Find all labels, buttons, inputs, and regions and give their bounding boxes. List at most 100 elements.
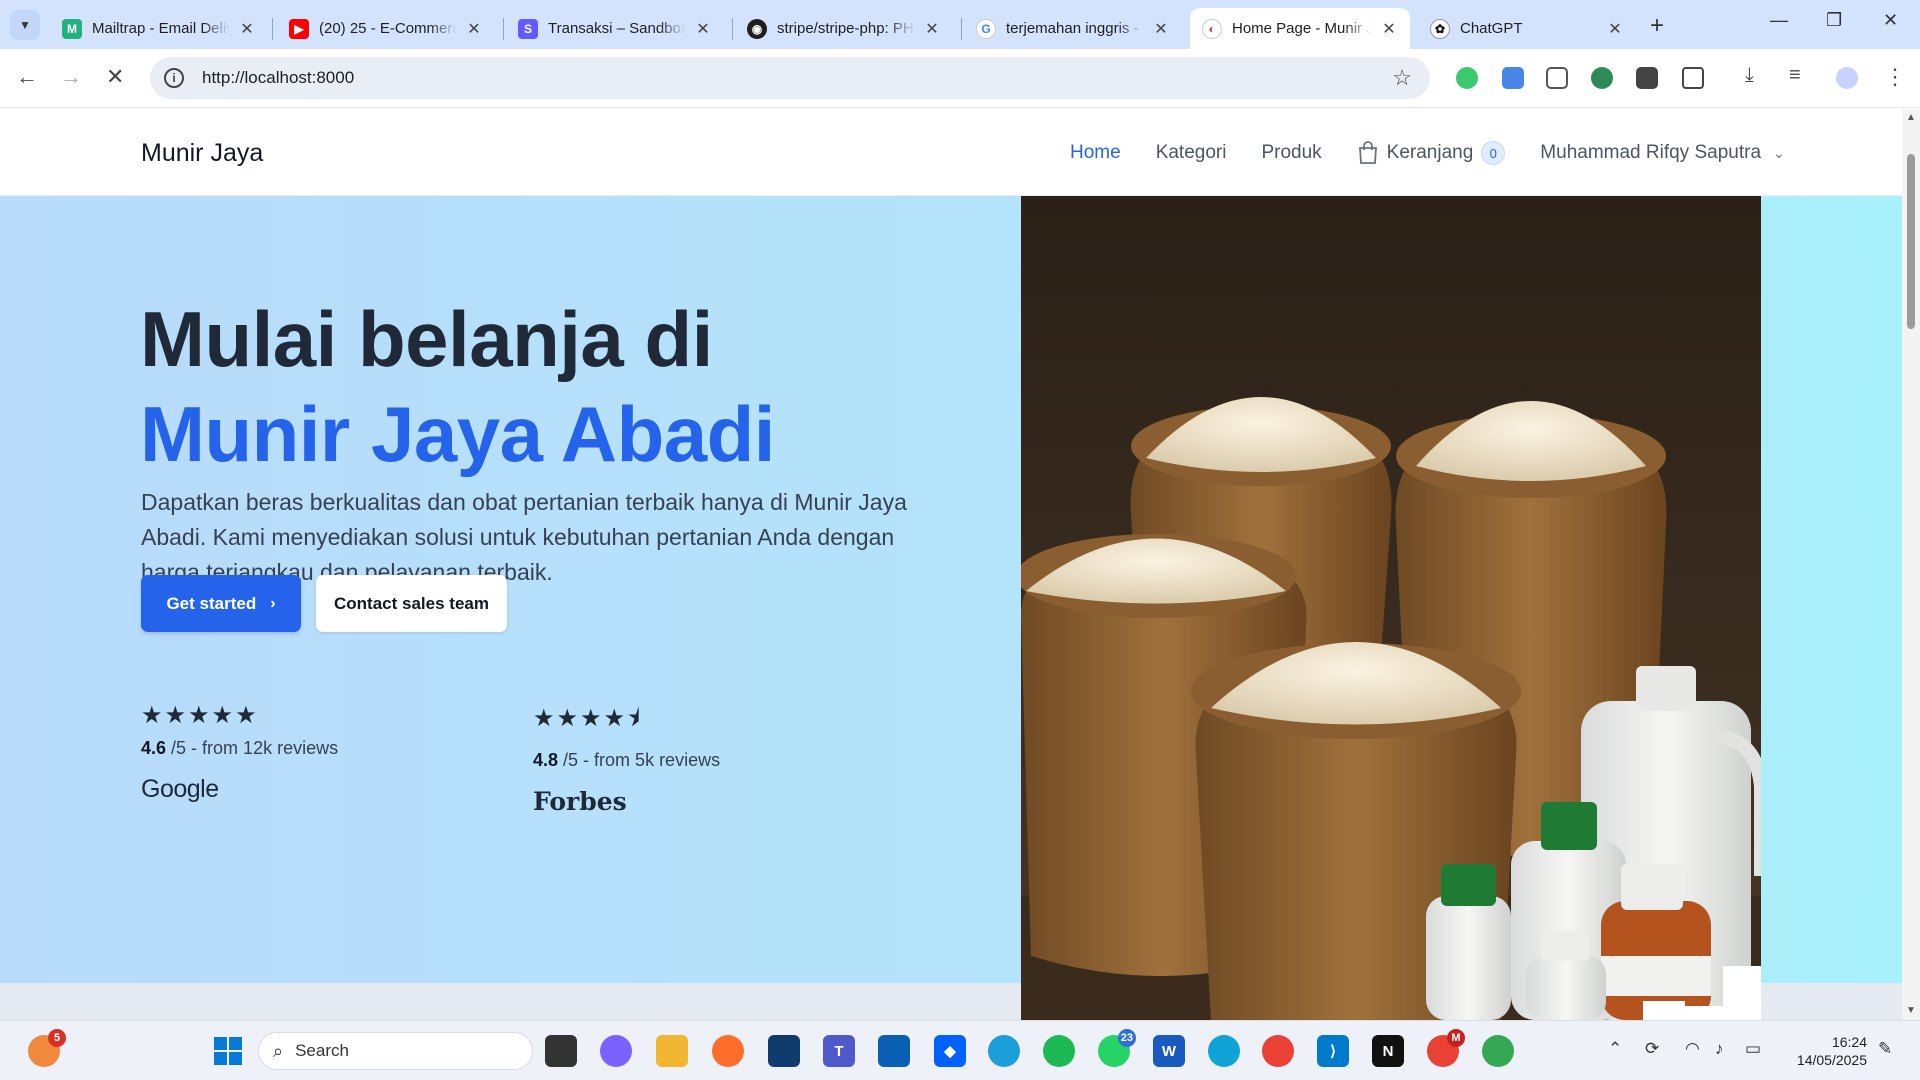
url-text[interactable]: http://localhost:8000 — [202, 68, 354, 88]
scrollbar-thumb[interactable] — [1907, 154, 1915, 329]
browser-toolbar: ← → ✕ i http://localhost:8000 ☆ ⤓ ≡ ⋮ — [0, 49, 1920, 108]
volume-icon[interactable]: ♪ — [1715, 1039, 1724, 1059]
close-icon[interactable]: ✕ — [1606, 19, 1624, 39]
chevron-down-icon: ▼ — [19, 18, 31, 32]
tab-youtube[interactable]: ▶ (20) 25 - E-Commerce ✕ — [277, 8, 495, 49]
new-tab-button[interactable]: + — [1650, 12, 1664, 40]
tab-search-button[interactable]: ▼ — [10, 10, 40, 40]
file-explorer-icon[interactable] — [656, 1035, 688, 1067]
notifications-icon[interactable]: ✎ — [1878, 1039, 1892, 1059]
nav-cart[interactable]: Keranjang 0 — [1357, 141, 1506, 165]
page-scrollbar[interactable]: ▲ ▼ — [1902, 109, 1920, 1020]
vscode-icon[interactable]: ⟩ — [1317, 1035, 1349, 1067]
tab-home-page[interactable]: ◐ Home Page - Munir Jaya ✕ — [1190, 8, 1410, 49]
extensions-puzzle-icon[interactable] — [1682, 67, 1704, 89]
tab-google-search[interactable]: G terjemahan inggris - ✕ — [964, 8, 1182, 49]
site-header: Munir Jaya Home Kategori Produk Keranjan… — [0, 109, 1902, 196]
close-icon[interactable]: ✕ — [923, 19, 941, 39]
widgets-weather-icon[interactable]: 5 — [28, 1029, 66, 1067]
hero-image — [1021, 196, 1761, 1020]
get-started-button[interactable]: Get started › — [141, 575, 301, 632]
nav-kategori[interactable]: Kategori — [1156, 142, 1227, 164]
close-icon[interactable]: ✕ — [694, 19, 712, 39]
stripe-favicon-icon: S — [518, 18, 538, 39]
task-view-icon[interactable] — [545, 1035, 577, 1067]
chevron-down-icon: ⌄ — [1773, 144, 1785, 161]
minimize-icon[interactable]: — — [1770, 10, 1788, 31]
dropbox-icon[interactable]: ◆ — [934, 1035, 966, 1067]
close-window-icon[interactable]: ✕ — [1883, 10, 1898, 31]
scroll-down-icon[interactable]: ▼ — [1906, 1005, 1916, 1016]
address-bar[interactable]: i http://localhost:8000 ☆ — [150, 57, 1430, 99]
tab-github[interactable]: ◉ stripe/stripe-php: PHP ✕ — [735, 8, 953, 49]
media-control-icon[interactable]: ≡ — [1789, 64, 1801, 87]
whatsapp-icon[interactable]: 23 — [1098, 1029, 1136, 1067]
word-icon[interactable]: W — [1153, 1035, 1185, 1067]
chrome-profile-icon[interactable]: M — [1427, 1029, 1465, 1067]
chevron-right-icon: › — [270, 594, 276, 612]
restore-icon[interactable]: ❐ — [1826, 10, 1842, 31]
battery-icon[interactable]: ▭ — [1745, 1039, 1761, 1059]
chrome-alt-icon[interactable] — [1482, 1035, 1514, 1067]
chrome-icon[interactable] — [1262, 1035, 1294, 1067]
copilot-icon[interactable] — [600, 1035, 632, 1067]
extension-docs-icon[interactable] — [1502, 67, 1524, 89]
nav-produk[interactable]: Produk — [1261, 142, 1321, 164]
mailtrap-favicon-icon: M — [62, 18, 82, 39]
bookmark-star-icon[interactable]: ☆ — [1392, 65, 1412, 91]
windows-start-icon[interactable] — [212, 1035, 244, 1067]
wifi-icon[interactable]: ◠ — [1685, 1039, 1700, 1059]
tab-title: Home Page - Munir Jaya — [1232, 20, 1372, 37]
spotify-icon[interactable] — [1043, 1035, 1075, 1067]
tab-chatgpt[interactable]: ✿ ChatGPT ✕ — [1418, 8, 1636, 49]
close-icon[interactable]: ✕ — [465, 19, 483, 39]
close-icon[interactable]: ✕ — [1152, 19, 1170, 39]
tab-mailtrap[interactable]: M Mailtrap - Email Delivery ✕ — [50, 8, 268, 49]
profile-avatar-icon[interactable] — [1836, 67, 1858, 89]
forward-arrow-icon[interactable]: → — [60, 64, 82, 90]
star-rating: ★★★★⯨ — [533, 705, 642, 732]
rating-score: 4.6 — [141, 738, 167, 758]
notion-icon[interactable]: N — [1372, 1035, 1404, 1067]
chevron-up-icon[interactable]: ⌃ — [1608, 1039, 1622, 1059]
firefox-icon[interactable] — [712, 1035, 744, 1067]
mysql-workbench-icon[interactable] — [1208, 1035, 1240, 1067]
get-started-label: Get started — [166, 593, 257, 613]
page-viewport: Munir Jaya Home Kategori Produk Keranjan… — [0, 109, 1902, 1020]
tab-stripe-sandbox[interactable]: S Transaksi – Sandbox ✕ — [506, 8, 724, 49]
store-icon[interactable] — [878, 1035, 910, 1067]
nav-home[interactable]: Home — [1070, 142, 1121, 164]
contact-sales-button[interactable]: Contact sales team — [316, 575, 507, 632]
more-menu-icon[interactable]: ⋮ — [1884, 64, 1906, 90]
user-menu[interactable]: Muhammad Rifqy Saputra ⌄ — [1540, 142, 1784, 164]
notification-badge: 5 — [48, 1029, 66, 1047]
rating-suffix: /5 - from 12k reviews — [171, 738, 339, 758]
back-arrow-icon[interactable]: ← — [16, 64, 38, 90]
edge-icon[interactable] — [988, 1035, 1020, 1067]
forbes-logo: Forbes — [533, 787, 627, 816]
close-icon[interactable]: ✕ — [1380, 19, 1398, 39]
sync-icon[interactable]: ⟳ — [1645, 1039, 1659, 1059]
tab-separator — [961, 18, 962, 40]
system-clock[interactable]: 16:24 14/05/2025 — [1785, 1033, 1867, 1069]
brand-logo[interactable]: Munir Jaya — [141, 139, 263, 168]
cart-label: Keranjang — [1386, 142, 1474, 163]
close-icon[interactable]: ✕ — [238, 19, 256, 39]
site-info-icon[interactable]: i — [164, 68, 184, 88]
tab-title: stripe/stripe-php: PHP — [777, 20, 915, 37]
code-app-icon[interactable] — [768, 1035, 800, 1067]
download-icon[interactable]: ⤓ — [1745, 64, 1754, 87]
extension-calendar-icon[interactable] — [1546, 67, 1568, 89]
extension-selenium-icon[interactable] — [1636, 67, 1658, 89]
contact-sales-label: Contact sales team — [334, 593, 489, 613]
star-rating: ★★★★★ — [141, 702, 259, 729]
stop-loading-icon[interactable]: ✕ — [106, 64, 124, 90]
google-favicon-icon: G — [976, 18, 996, 39]
extension-globe-icon[interactable] — [1591, 67, 1613, 89]
profile-badge: M — [1447, 1029, 1465, 1047]
scroll-up-icon[interactable]: ▲ — [1906, 112, 1916, 123]
extension-eye-icon[interactable] — [1456, 67, 1478, 89]
site-favicon-icon: ◐ — [1202, 18, 1222, 39]
taskbar-search[interactable]: ⌕ Search — [258, 1032, 533, 1070]
teams-icon[interactable]: T — [823, 1035, 855, 1067]
